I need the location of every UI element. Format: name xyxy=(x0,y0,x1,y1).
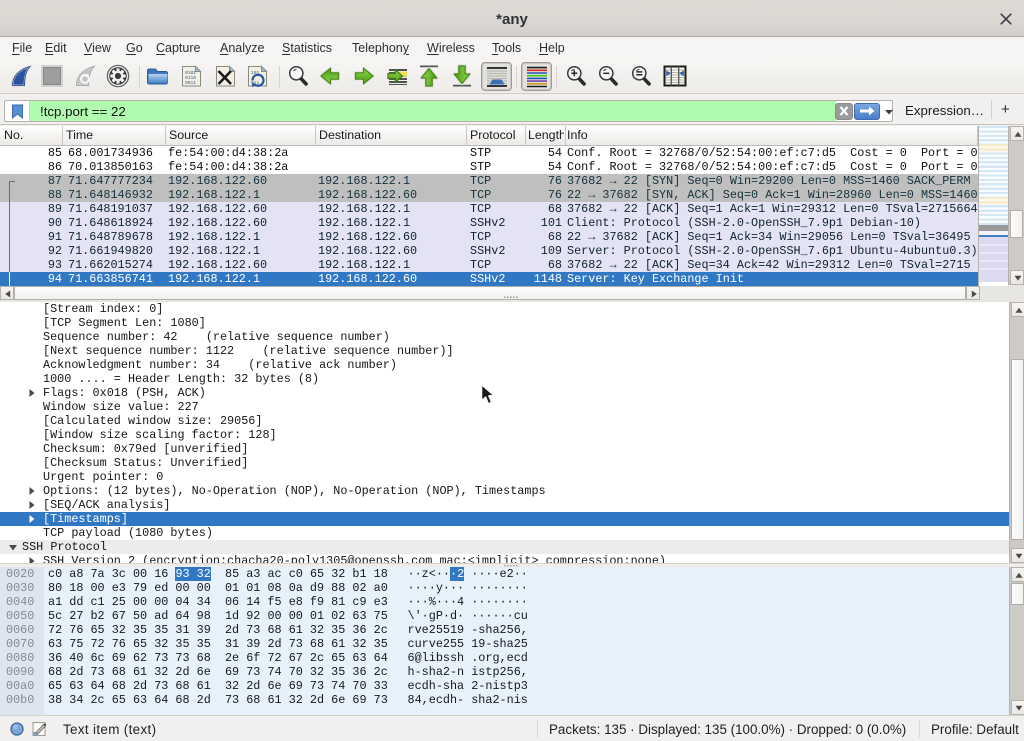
svg-text:0011: 0011 xyxy=(185,80,196,86)
